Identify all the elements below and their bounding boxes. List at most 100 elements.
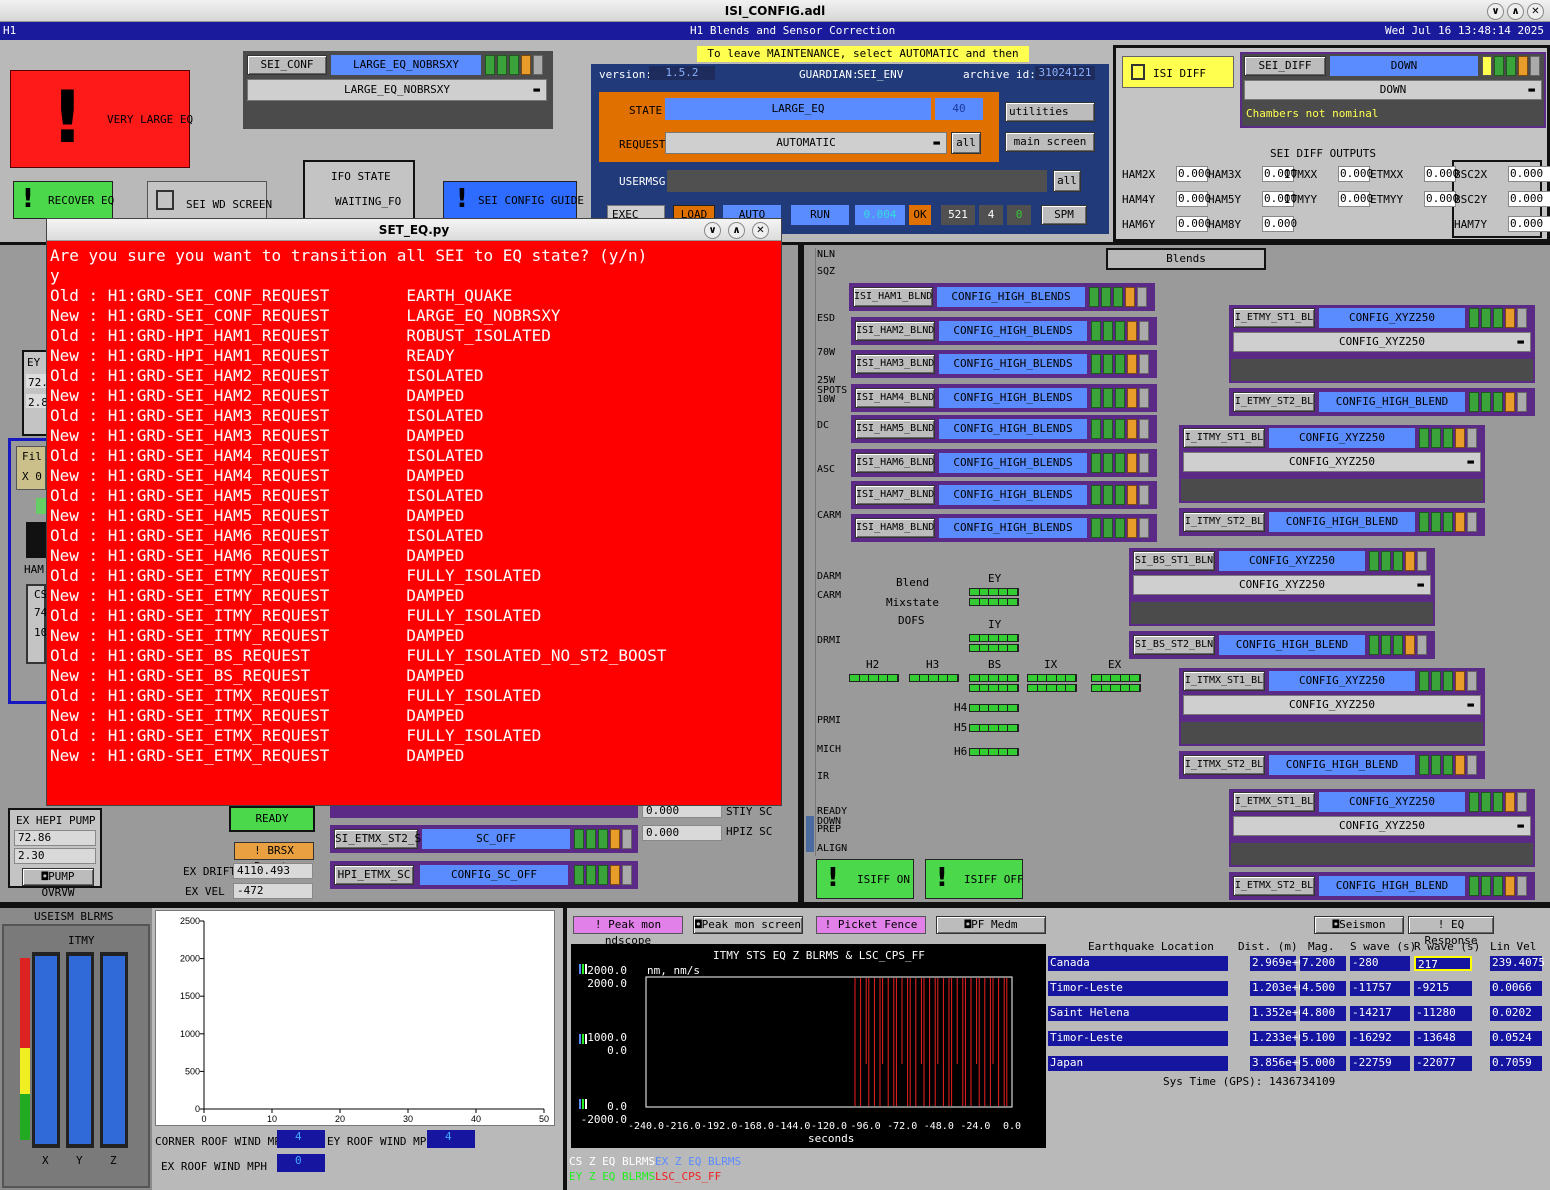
close-icon[interactable]: ✕ [1527,3,1544,20]
useism-bar-y [66,952,94,1148]
isiff-off-button[interactable]: ! ISIFF OFF [925,859,1024,899]
stiy-sc-label: STIY SC [726,805,773,818]
bsc-st1-label[interactable]: I_ETMY_ST1_BL [1233,308,1315,328]
bsc-st2-row: I_ETMY_ST2_BL CONFIG_HIGH_BLEND [1229,388,1535,416]
ifo-state-label: IFO STATE [331,170,391,183]
ready-label: READY [255,812,289,825]
sei-diff-menu[interactable]: DOWN ▬ [1244,80,1542,100]
ey-wind-label: EY ROOF WIND MPH [327,1135,433,1148]
recover-eq-button[interactable]: ! RECOVER EQ [13,181,114,219]
ham-blend-label[interactable]: ISI_HAM6_BLND [855,453,935,473]
bsc-st2-label[interactable]: I_ETMX_ST2_BL [1233,876,1315,896]
spm-button[interactable]: SPM [1041,205,1087,225]
utilities-button[interactable]: utilities [1005,102,1095,122]
ham-blend-label[interactable]: ISI_HAM3_BLND [855,354,935,374]
terminal-output: Are you sure you want to transition all … [47,241,781,771]
bsc-st1-label[interactable]: I_ETMX_ST1_BL [1233,792,1315,812]
bsc-st1-label[interactable]: I_ITMY_ST1_BL [1183,428,1265,448]
eq-table-cell: 7.200 [1300,956,1346,971]
eq-response-button[interactable]: ! EQ Response [1408,916,1494,947]
bsc-st1-menu[interactable]: CONFIG_XYZ250 ▬ [1133,575,1431,595]
bsc-st2-label[interactable]: I_ITMY_ST2_BL [1183,512,1265,532]
usermsg-all-button[interactable]: all [1053,170,1081,192]
eq-table-cell: 1.203e+04 [1250,981,1312,996]
wind-plot: 2500 2000 1500 1000 500 0 0 10 20 30 40 50 [155,910,555,1126]
lock-state-label: 70W [817,347,836,358]
bsc-st1-menu[interactable]: CONFIG_XYZ250 ▬ [1183,452,1481,472]
isiff-on-button[interactable]: ! ISIFF ON [816,859,914,899]
ham-blend-row: ISI_HAM3_BLND CONFIG_HIGH_BLENDS [851,350,1157,378]
eq-table-cell: -9215 [1414,981,1472,996]
peak-screen-label: Peak mon screen [701,918,801,931]
bsc-st2-label[interactable]: I_ITMX_ST2_BL [1183,755,1265,775]
maximize-icon[interactable]: ∧ [1507,3,1524,20]
bsc-st2-label[interactable]: SI_BS_ST2_BLN [1133,635,1215,655]
set-eq-dialog[interactable]: SET_EQ.py ∨ ∧ ✕ Are you sure you want to… [46,218,782,806]
main-screen-button[interactable]: main screen [1005,132,1095,152]
legend-ex: EX Z EQ BLRMS [655,1155,742,1168]
terminal-line: New : H1:GRD-SEI_CONF_REQUEST LARGE_EQ_N… [50,306,561,325]
request-all-button[interactable]: all [951,132,981,154]
pf-medm-label: PF Medm [971,918,1018,931]
bsc-st1-label[interactable]: I_ITMX_ST1_BL [1183,671,1265,691]
guardian-node: SEI_ENV [857,68,904,81]
diff-output-value: 0.000 [1176,166,1212,182]
bsc-st1-menu[interactable]: CONFIG_XYZ250 ▬ [1233,816,1531,836]
scope-ytick: 1000.0 [587,1031,627,1044]
terminal-prompt: Are you sure you want to transition all … [50,246,648,265]
terminal-line: Old : H1:GRD-HPI_HAM1_REQUEST ROBUST_ISO… [50,326,551,345]
bsc-st1-menu[interactable]: CONFIG_XYZ250 ▬ [1183,695,1481,715]
sei-conf-label[interactable]: SEI_CONF [247,55,327,75]
exclamation-icon: ! [51,75,84,159]
ham-blend-label[interactable]: ISI_HAM4_BLND [855,388,935,408]
lock-state-label: MICH [817,744,842,755]
peak-screen-button[interactable]: ◘Peak mon screen [693,916,803,934]
sei-wd-screen-button[interactable]: SEI WD SCREEN [147,181,272,219]
sc-hpi-label[interactable]: HPI_ETMX_SC [334,865,414,885]
bsc-st2-label[interactable]: I_ETMY_ST2_BL [1233,392,1315,412]
minimize-icon[interactable]: ∨ [1487,3,1504,20]
blends-title: Blends [1106,248,1266,270]
terminal-line: New : H1:GRD-SEI_ETMY_REQUEST DAMPED [50,586,465,605]
terminal-line: Old : H1:GRD-SEI_ITMY_REQUEST FULLY_ISOL… [50,606,542,625]
picket-fence-button[interactable]: ! Picket Fence [816,916,926,934]
maximize-icon[interactable]: ∧ [728,222,745,239]
sei-conf-menu[interactable]: LARGE_EQ_NOBRSXY ▬ [247,79,547,101]
brsx-remote-button[interactable]: ! BRSX Remote [234,842,314,873]
bsc-st2-row: SI_BS_ST2_BLN CONFIG_HIGH_BLEND [1129,631,1435,659]
diff-output-label: BSC2Y [1454,193,1488,206]
eq-scope: 2000.0 2000.0 1000.0 0.0 0.0 -2000.0 -240.0 -21… [571,944,1046,1148]
ex-vel-label: EX VEL [185,885,225,898]
ham-blend-value: CONFIG_HIGH_BLENDS [939,485,1087,505]
menu-arrow-icon: ▬ [533,83,540,96]
bsc-st2-row: I_ITMX_ST2_BL CONFIG_HIGH_BLEND [1179,751,1485,779]
ham-blend-label[interactable]: ISI_HAM7_BLND [855,485,935,505]
eq-table-cell: 0.0202 [1490,1006,1542,1021]
pump-overview-button[interactable]: ◘PUMP OVRVW [22,868,94,899]
terminal-line: Old : H1:GRD-SEI_ITMX_REQUEST FULLY_ISOL… [50,686,542,705]
scope-ytick: 2000.0 [587,964,627,977]
maintenance-banner: To leave MAINTENANCE, select AUTOMATIC a… [697,46,1029,76]
ham-blend-label[interactable]: ISI_HAM1_BLND [853,287,933,307]
sei-config-guide-button[interactable]: ! SEI CONFIG GUIDE [443,181,584,219]
ham-blend-label[interactable]: ISI_HAM8_BLND [855,518,935,538]
sei-diff-label[interactable]: SEI_DIFF [1244,56,1326,76]
wind-ytick: 2000 [180,954,200,964]
sc-st2-label[interactable]: SI_ETMX_ST2_S [334,829,421,849]
minimize-icon[interactable]: ∨ [704,222,721,239]
isiff-off-label: ISIFF OFF [964,873,1024,886]
bsc-st1-label[interactable]: SI_BS_ST1_BLN [1133,551,1215,571]
close-icon[interactable]: ✕ [752,222,769,239]
ex-vel-value: -472 [233,883,313,899]
ey-wind-value: 4 [427,1130,475,1148]
isi-diff-title: ISI DIFF [1122,56,1234,88]
peak-ndscope-button[interactable]: ! Peak mon ndscope [573,916,683,947]
bsc-st1-menu[interactable]: CONFIG_XYZ250 ▬ [1233,332,1531,352]
bsc-st2-value: CONFIG_HIGH_BLEND [1269,512,1415,532]
request-menu[interactable]: AUTOMATIC ▬ [665,132,947,154]
ham-blend-label[interactable]: ISI_HAM5_BLND [855,419,935,439]
seismon-button[interactable]: ◘Seismon [1314,916,1404,934]
ham-blend-row: ISI_HAM6_BLND CONFIG_HIGH_BLENDS [851,449,1157,477]
ham-blend-label[interactable]: ISI_HAM2_BLND [855,321,935,341]
pf-medm-button[interactable]: ◘PF Medm [936,916,1046,934]
